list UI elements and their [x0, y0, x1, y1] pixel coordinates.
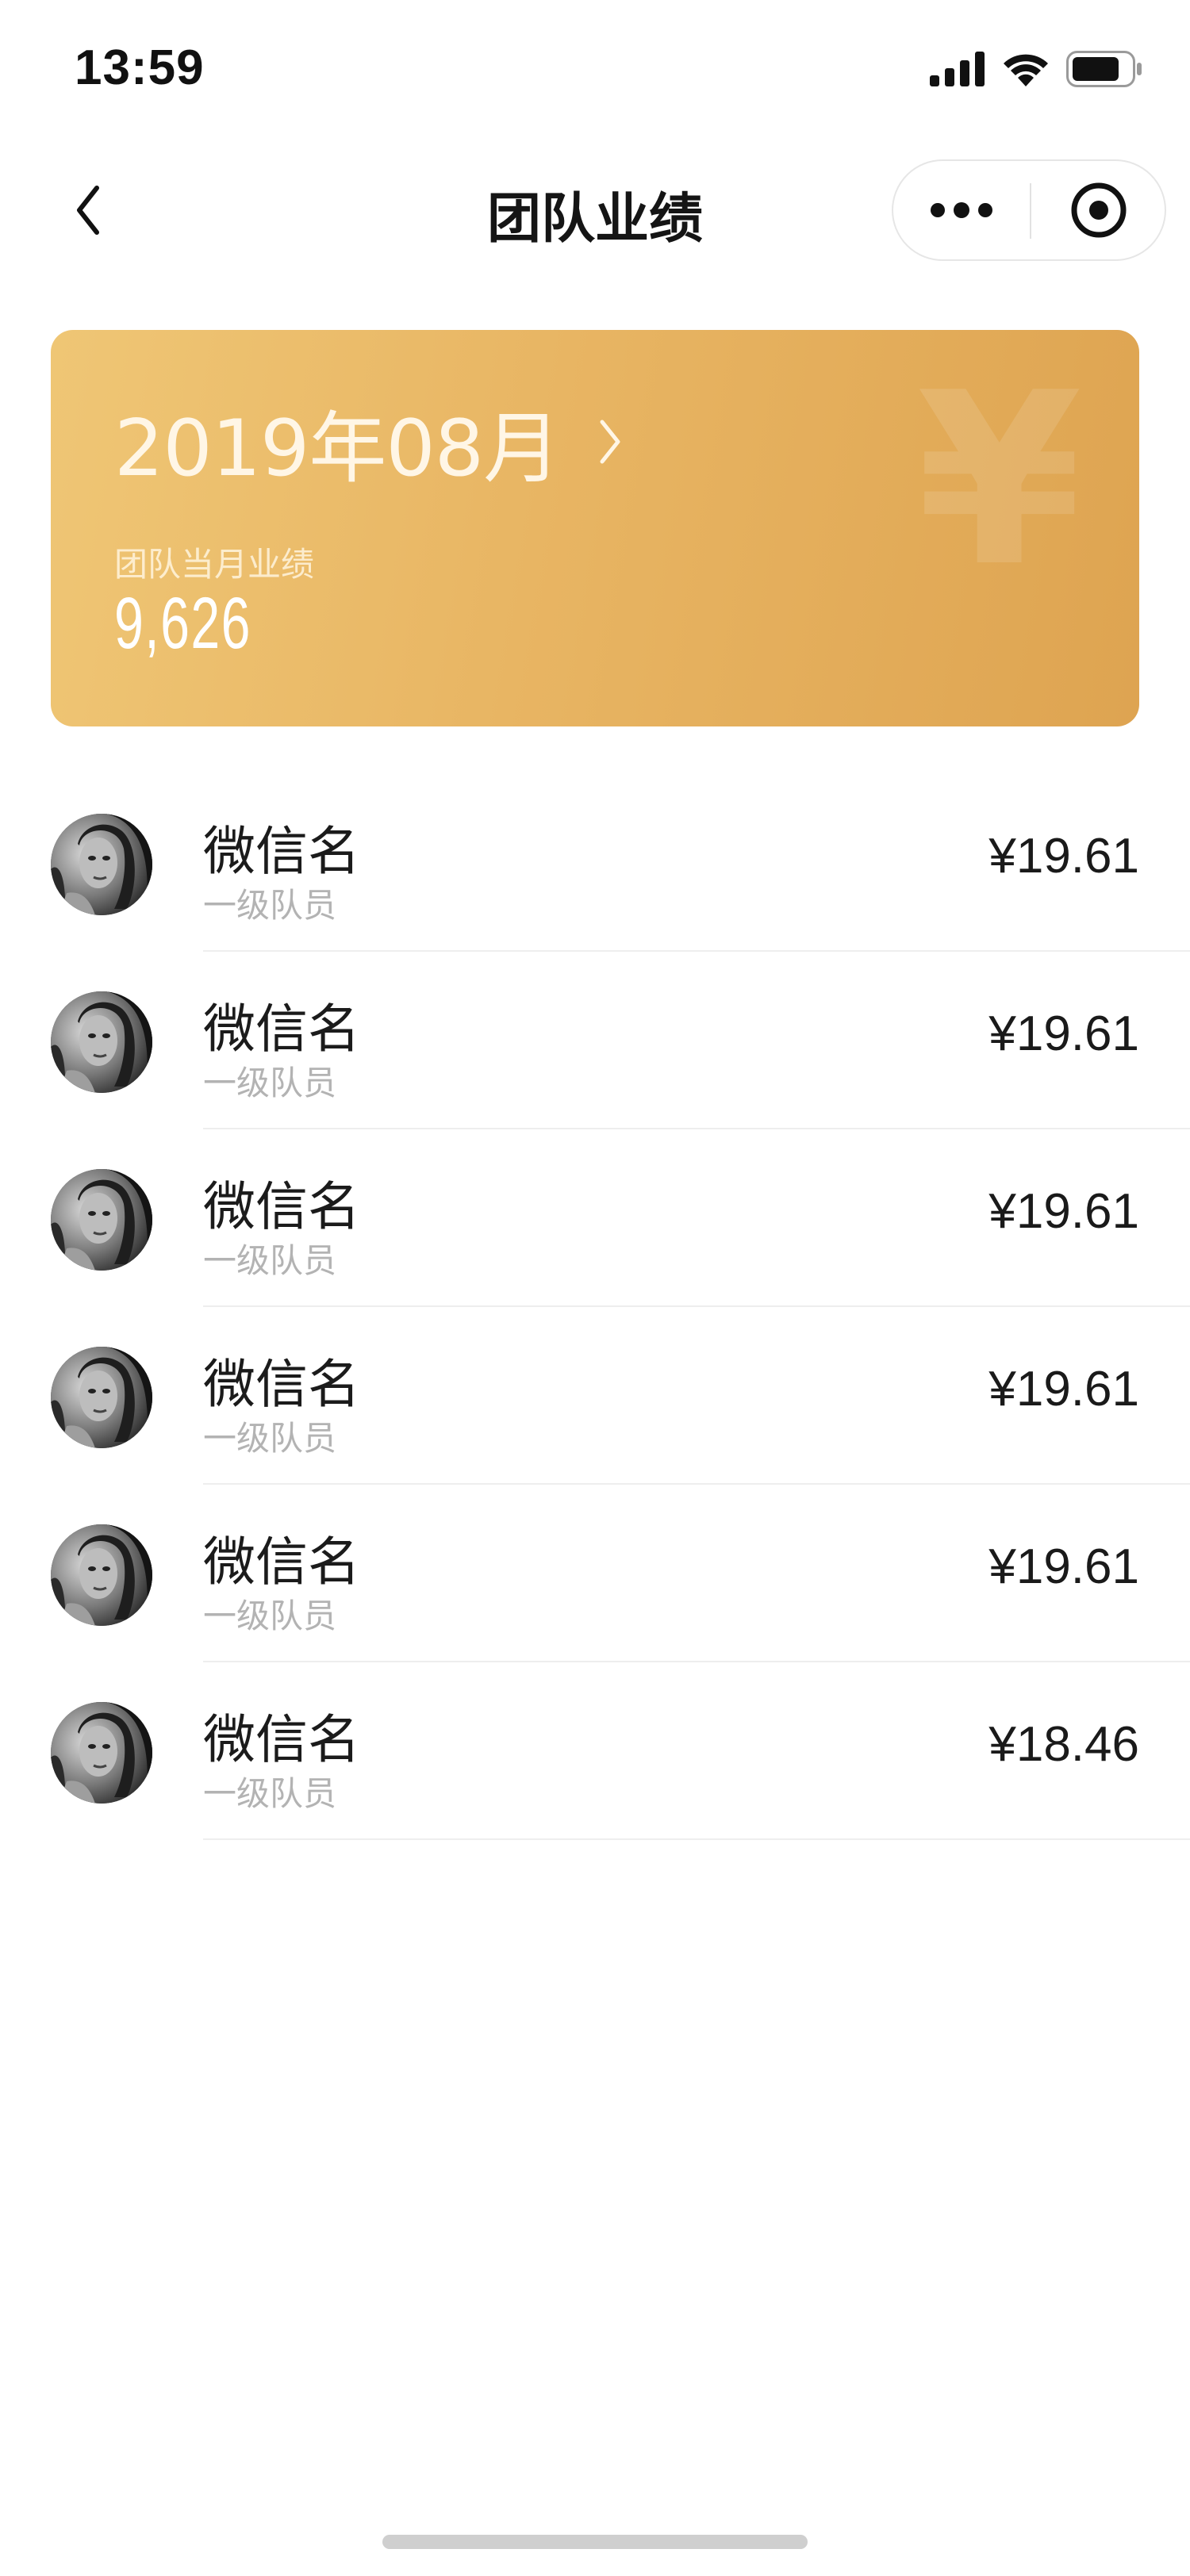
- battery-icon: [1066, 51, 1142, 87]
- wifi-icon: [1004, 54, 1048, 86]
- mini-program-capsule: [892, 159, 1166, 261]
- member-level: 一级队员: [203, 1774, 337, 1813]
- member-amount: ¥19.61: [988, 1184, 1139, 1239]
- list-item[interactable]: 微信名 一级队员 ¥19.61: [0, 1307, 1190, 1485]
- list-item[interactable]: 微信名 一级队员 ¥19.61: [0, 952, 1190, 1129]
- signal-icon: [930, 52, 985, 86]
- member-amount: ¥19.61: [988, 1006, 1139, 1061]
- monthly-performance-value: 9,626: [114, 583, 251, 664]
- team-performance-screen: 13:59 团队业绩 ¥ 2019年08月 团队当月业绩 9,626 微信名 一…: [0, 0, 1190, 2576]
- more-button[interactable]: [893, 161, 1030, 259]
- avatar: [51, 814, 152, 915]
- row-divider: [203, 1838, 1190, 1840]
- avatar-photo-icon: [51, 991, 152, 1093]
- member-level: 一级队员: [203, 1241, 337, 1280]
- status-icons: [930, 49, 1142, 89]
- member-name: 微信名: [203, 1354, 360, 1415]
- yen-watermark: ¥: [916, 342, 1082, 619]
- member-level: 一级队员: [203, 1064, 337, 1102]
- chevron-right-icon: [600, 420, 620, 464]
- member-name: 微信名: [203, 1531, 360, 1593]
- member-name: 微信名: [203, 821, 360, 882]
- monthly-performance-label: 团队当月业绩: [114, 545, 315, 584]
- member-list: 微信名 一级队员 ¥19.61 微信名 一级队员 ¥19.61 微信名 一级队员…: [0, 774, 1190, 1840]
- member-amount: ¥18.46: [988, 1717, 1139, 1772]
- month-selector[interactable]: 2019年08月: [114, 385, 622, 498]
- nav-bar: 团队业绩: [0, 139, 1190, 282]
- avatar-photo-icon: [51, 1702, 152, 1804]
- avatar: [51, 1524, 152, 1626]
- member-level: 一级队员: [203, 1419, 337, 1458]
- list-item[interactable]: 微信名 一级队员 ¥19.61: [0, 1485, 1190, 1662]
- avatar-photo-icon: [51, 1169, 152, 1271]
- list-item[interactable]: 微信名 一级队员 ¥19.61: [0, 774, 1190, 952]
- avatar: [51, 991, 152, 1093]
- member-amount: ¥19.61: [988, 829, 1139, 884]
- member-level: 一级队员: [203, 1597, 337, 1635]
- month-label: 2019年08月: [114, 404, 561, 494]
- list-item[interactable]: 微信名 一级队员 ¥18.46: [0, 1662, 1190, 1840]
- avatar-photo-icon: [51, 1524, 152, 1626]
- member-amount: ¥19.61: [988, 1539, 1139, 1594]
- status-bar: 13:59: [0, 0, 1190, 139]
- status-time: 13:59: [75, 40, 205, 95]
- target-close-icon: [1071, 182, 1127, 238]
- avatar: [51, 1347, 152, 1448]
- avatar-photo-icon: [51, 1347, 152, 1448]
- close-button[interactable]: [1031, 161, 1166, 259]
- avatar-photo-icon: [51, 814, 152, 915]
- avatar: [51, 1702, 152, 1804]
- home-indicator: [382, 2535, 808, 2549]
- list-item[interactable]: 微信名 一级队员 ¥19.61: [0, 1129, 1190, 1307]
- member-name: 微信名: [203, 1176, 360, 1237]
- team-summary-card[interactable]: ¥ 2019年08月 团队当月业绩 9,626: [51, 330, 1139, 726]
- member-name: 微信名: [203, 1709, 360, 1770]
- member-amount: ¥19.61: [988, 1362, 1139, 1416]
- more-dots-icon: [931, 202, 992, 218]
- member-level: 一级队员: [203, 886, 337, 925]
- avatar: [51, 1169, 152, 1271]
- member-name: 微信名: [203, 999, 360, 1060]
